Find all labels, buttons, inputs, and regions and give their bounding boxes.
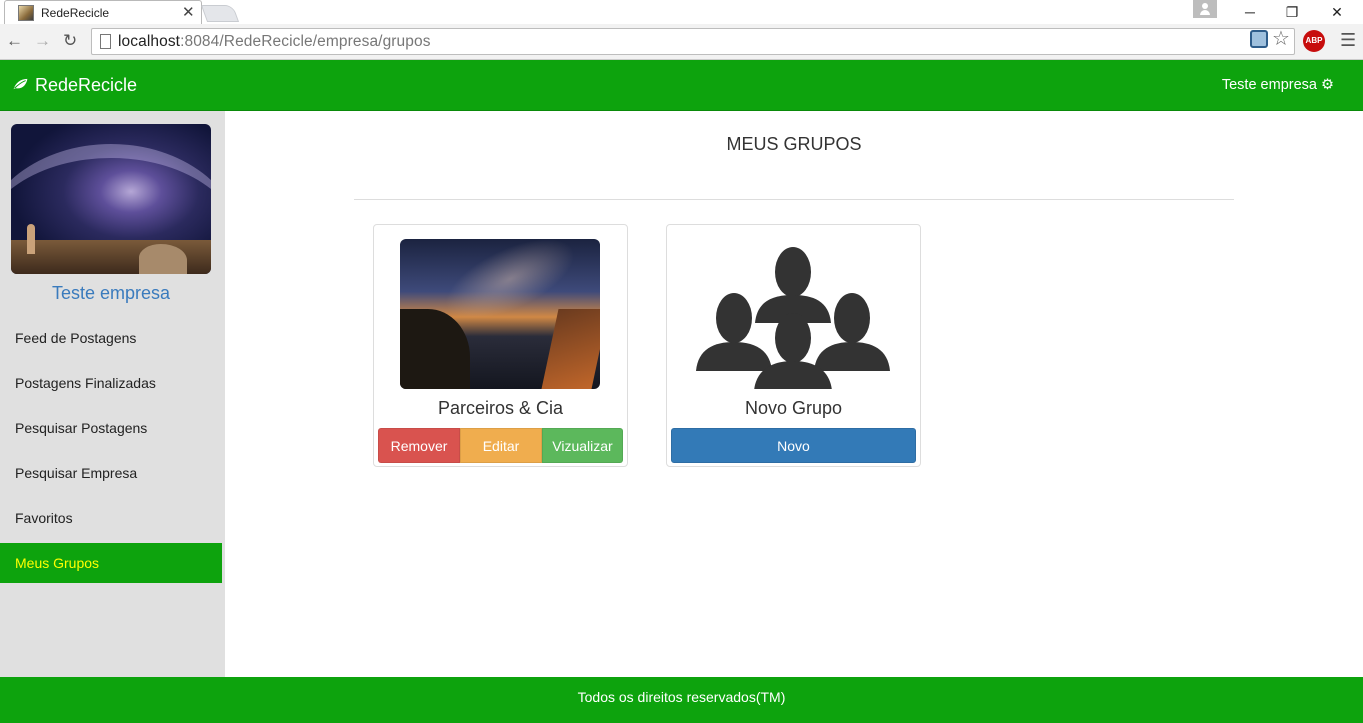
divider bbox=[354, 199, 1234, 200]
sidebar-item-feed[interactable]: Feed de Postagens bbox=[0, 318, 222, 358]
leaf-icon bbox=[13, 78, 28, 90]
browser-tab-strip: RedeRecicle ✕ ─ ❐ ✕ bbox=[0, 0, 1363, 24]
group-card: Parceiros & Cia Remover Editar Vizualiza… bbox=[373, 224, 628, 467]
page-icon bbox=[100, 34, 111, 49]
tab-title: RedeRecicle bbox=[41, 6, 110, 20]
new-group-name: Novo Grupo bbox=[744, 398, 843, 418]
company-name[interactable]: Teste empresa bbox=[0, 283, 222, 304]
edit-button[interactable]: Editar bbox=[460, 428, 542, 463]
adblock-icon[interactable]: ABP bbox=[1303, 30, 1325, 52]
page-title: MEUS GRUPOS bbox=[726, 134, 862, 154]
url-text: localhost:8084/RedeRecicle/empresa/grupo… bbox=[118, 33, 431, 50]
sidebar-item-finalizadas[interactable]: Postagens Finalizadas bbox=[0, 363, 222, 403]
group-image bbox=[400, 239, 600, 389]
new-group-card: Novo Grupo Novo bbox=[666, 224, 921, 467]
user-menu[interactable]: Teste empresa ⚙ bbox=[1222, 77, 1334, 93]
footer-text: Todos os direitos reservados(TM) bbox=[577, 689, 786, 705]
profile-icon[interactable] bbox=[1193, 0, 1217, 18]
gear-icon: ⚙ bbox=[1321, 77, 1334, 93]
back-icon[interactable]: ← bbox=[6, 31, 23, 51]
app-navbar: RedeRecicle Teste empresa ⚙ bbox=[0, 60, 1363, 111]
bookmark-star-icon[interactable]: ☆ bbox=[1272, 26, 1290, 51]
sidebar-item-favoritos[interactable]: Favoritos bbox=[0, 498, 222, 538]
new-tab-button[interactable] bbox=[200, 5, 240, 22]
sidebar-item-meus-grupos[interactable]: Meus Grupos bbox=[0, 543, 222, 583]
sidebar-item-pesquisar-postagens[interactable]: Pesquisar Postagens bbox=[0, 408, 222, 448]
reload-icon[interactable]: ↻ bbox=[63, 31, 77, 51]
profile-image bbox=[11, 124, 211, 274]
address-bar[interactable]: localhost:8084/RedeRecicle/empresa/grupo… bbox=[91, 28, 1295, 55]
new-group-button[interactable]: Novo bbox=[671, 428, 916, 463]
group-name: Parceiros & Cia bbox=[437, 398, 564, 418]
browser-tab[interactable]: RedeRecicle ✕ bbox=[4, 0, 202, 24]
minimize-button[interactable]: ─ bbox=[1228, 0, 1272, 24]
footer: Todos os direitos reservados(TM) bbox=[0, 677, 1363, 723]
group-icon bbox=[696, 247, 890, 389]
browser-menu-icon[interactable]: ☰ bbox=[1340, 30, 1356, 51]
close-tab-icon[interactable]: ✕ bbox=[182, 3, 195, 21]
favicon-icon bbox=[18, 5, 34, 21]
sidebar-item-pesquisar-empresa[interactable]: Pesquisar Empresa bbox=[0, 453, 222, 493]
forward-icon[interactable]: → bbox=[34, 31, 51, 51]
sidebar: Teste empresa Feed de Postagens Postagen… bbox=[0, 111, 225, 677]
close-window-button[interactable]: ✕ bbox=[1315, 0, 1359, 24]
remove-button[interactable]: Remover bbox=[378, 428, 460, 463]
view-button[interactable]: Vizualizar bbox=[542, 428, 623, 463]
restore-button[interactable]: ❐ bbox=[1270, 0, 1314, 24]
user-name: Teste empresa bbox=[1221, 77, 1317, 93]
extension-icon[interactable] bbox=[1250, 30, 1268, 48]
browser-toolbar: ← → ↻ localhost:8084/RedeRecicle/empresa… bbox=[0, 24, 1363, 60]
brand-name: RedeRecicle bbox=[35, 75, 138, 95]
brand-link[interactable]: RedeRecicle bbox=[12, 75, 137, 96]
